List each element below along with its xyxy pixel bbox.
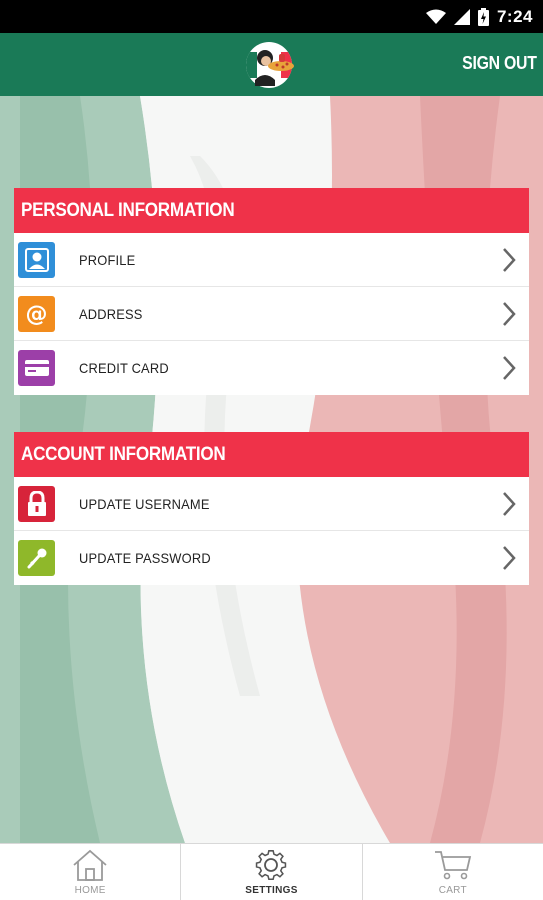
nav-cart[interactable]: CART <box>361 844 543 900</box>
chevron-right-icon <box>503 492 516 516</box>
chevron-right-icon <box>503 546 516 570</box>
lock-icon <box>18 486 55 522</box>
credit-card-label: CREDIT CARD <box>79 360 169 376</box>
account-information-section: ACCOUNT INFORMATION UPDATE USERNAME UPDA… <box>14 432 529 585</box>
update-password-label: UPDATE PASSWORD <box>79 550 211 566</box>
at-sign-icon: @ <box>18 296 55 332</box>
bottom-nav: HOME SETTINGS CART <box>0 843 543 900</box>
address-label: ADDRESS <box>79 306 143 322</box>
status-icons: 7:24 <box>425 6 533 28</box>
nav-home-label: HOME <box>74 885 106 896</box>
nav-settings[interactable]: SETTINGS <box>180 844 361 900</box>
section-header: PERSONAL INFORMATION <box>14 188 529 233</box>
gear-icon <box>256 850 287 881</box>
app-bar: SIGN OUT <box>0 33 543 96</box>
chevron-right-icon <box>503 248 516 272</box>
signal-icon <box>453 9 470 25</box>
update-username-row[interactable]: UPDATE USERNAME <box>14 477 529 531</box>
wifi-icon <box>425 9 446 24</box>
nav-cart-label: CART <box>438 885 467 896</box>
nav-home[interactable]: HOME <box>0 844 180 900</box>
nav-settings-label: SETTINGS <box>245 885 298 896</box>
personal-information-section: PERSONAL INFORMATION PROFILE @ ADDRESS C… <box>14 188 529 395</box>
home-icon <box>73 849 107 881</box>
address-row[interactable]: @ ADDRESS <box>14 287 529 341</box>
update-username-label: UPDATE USERNAME <box>79 496 210 512</box>
update-password-row[interactable]: UPDATE PASSWORD <box>14 531 529 585</box>
profile-label: PROFILE <box>79 252 136 268</box>
app-logo[interactable] <box>243 40 299 90</box>
cart-icon <box>434 851 471 880</box>
status-bar: 7:24 <box>0 0 543 33</box>
sign-out-button[interactable]: SIGN OUT <box>463 53 538 74</box>
key-icon <box>18 540 55 576</box>
profile-row[interactable]: PROFILE <box>14 233 529 287</box>
credit-card-icon <box>18 350 55 386</box>
credit-card-row[interactable]: CREDIT CARD <box>14 341 529 395</box>
section-header: ACCOUNT INFORMATION <box>14 432 529 477</box>
battery-icon <box>477 8 489 26</box>
chevron-right-icon <box>503 356 516 380</box>
chevron-right-icon <box>503 302 516 326</box>
profile-icon <box>18 242 55 278</box>
status-time: 7:24 <box>496 7 533 26</box>
